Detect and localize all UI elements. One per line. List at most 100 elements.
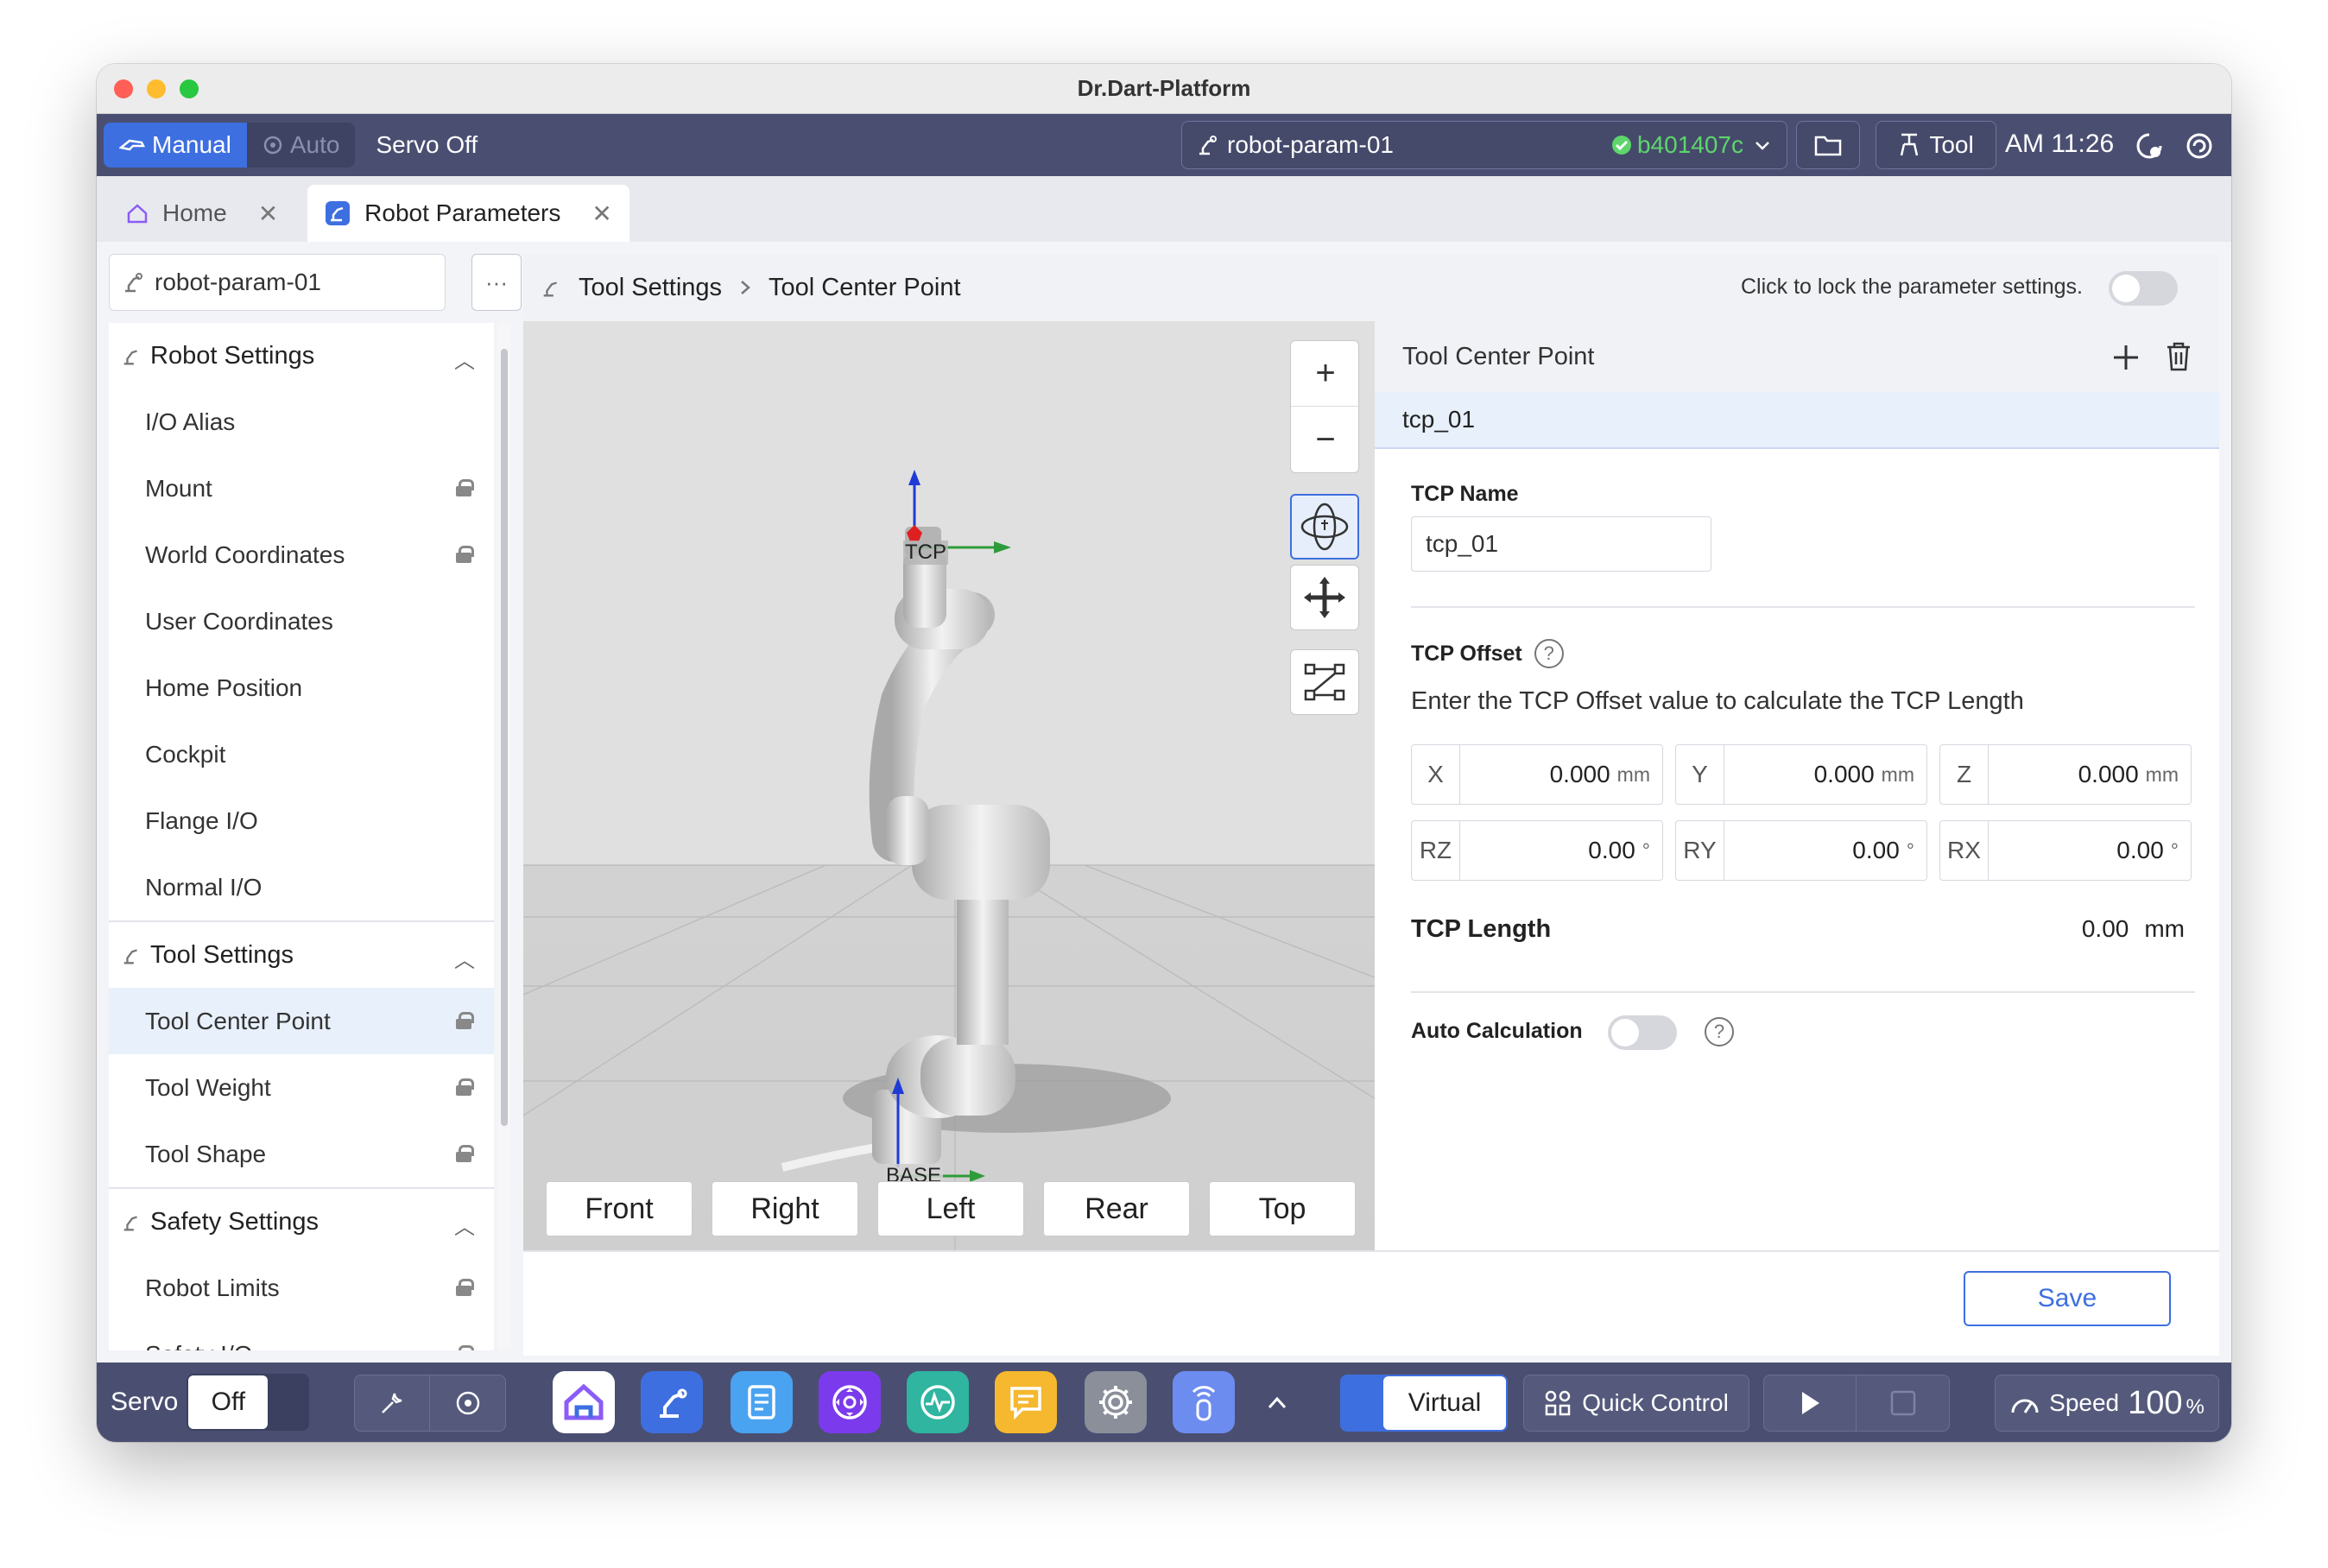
chevron-up-icon[interactable]: ︿ (454, 943, 475, 973)
app-robot-parameters-icon[interactable] (641, 1371, 703, 1433)
auto-calculation-label: Auto Calculation (1411, 1019, 1583, 1043)
robot-select[interactable]: robot-param-01 b401407c (1181, 121, 1787, 169)
view-front-button[interactable]: Front (546, 1181, 693, 1236)
view-rear-button[interactable]: Rear (1043, 1181, 1190, 1236)
tab-robot-parameters-label: Robot Parameters (364, 199, 561, 226)
rotate-view-button[interactable] (1290, 494, 1359, 560)
app-remote-icon[interactable] (1173, 1371, 1235, 1433)
network-status-icon[interactable] (2135, 131, 2164, 161)
more-options-button[interactable]: ··· (471, 254, 522, 311)
app-log-icon[interactable] (995, 1371, 1057, 1433)
offset-rz-input[interactable]: RZ 0.00 ° (1411, 820, 1663, 881)
lock-icon (456, 1078, 474, 1096)
sidebar-item-cockpit[interactable]: Cockpit (109, 721, 494, 787)
3d-viewport[interactable]: TCP BASE + − Front Right Left Rear Top (523, 321, 1375, 1250)
sidebar-item-safety-io[interactable]: Safety I/O (109, 1321, 494, 1350)
tcp-name-input[interactable]: tcp_01 (1411, 516, 1711, 572)
chevron-up-icon[interactable] (1266, 1394, 1288, 1411)
maximize-window-button[interactable] (180, 79, 199, 98)
pan-view-button[interactable] (1290, 565, 1359, 630)
app-home-icon[interactable] (553, 1371, 615, 1433)
offset-y-input[interactable]: Y 0.000 mm (1675, 744, 1927, 805)
servo-toggle-value: Off (188, 1375, 269, 1429)
manual-mode-button[interactable]: Manual (104, 123, 247, 168)
chevron-up-icon[interactable]: ︿ (454, 1210, 475, 1240)
auto-calculation-toggle[interactable] (1608, 1015, 1677, 1050)
tab-robot-parameters[interactable]: Robot Parameters ✕ (307, 185, 629, 242)
speed-value: 100 (2128, 1384, 2183, 1421)
tcp-list-item[interactable]: tcp_01 (1375, 392, 2219, 449)
view-right-button[interactable]: Right (712, 1181, 858, 1236)
help-icon[interactable]: ? (1705, 1017, 1734, 1046)
sidebar-item-io-alias[interactable]: I/O Alias (109, 389, 494, 455)
sidebar-item-tool-center-point[interactable]: Tool Center Point (109, 988, 494, 1054)
close-tab-robot-parameters-icon[interactable]: ✕ (591, 199, 611, 228)
tab-home[interactable]: Home ✕ (109, 185, 295, 242)
wrench-button[interactable] (355, 1375, 430, 1431)
app-task-editor-icon[interactable] (731, 1371, 793, 1433)
offset-value: 0.000 (1549, 761, 1610, 787)
axis-label: RY (1676, 821, 1724, 880)
sidebar-item-robot-limits[interactable]: Robot Limits (109, 1255, 494, 1321)
add-icon[interactable] (2112, 344, 2140, 371)
close-tab-home-icon[interactable]: ✕ (258, 199, 278, 228)
section-tool-settings[interactable]: Tool Settings ︿ (109, 922, 494, 988)
top-bar: Manual Auto Servo Off robot-param-01 b40… (97, 114, 2231, 176)
open-folder-button[interactable] (1796, 121, 1860, 169)
servo-status: Servo Off (376, 131, 478, 158)
fit-view-button[interactable] (1290, 649, 1359, 715)
offset-ry-input[interactable]: RY 0.00 ° (1675, 820, 1927, 881)
sidebar-item-tool-shape[interactable]: Tool Shape (109, 1121, 494, 1187)
quick-control-button[interactable]: Quick Control (1523, 1375, 1749, 1432)
app-jog-icon[interactable] (819, 1371, 881, 1433)
sidebar-item-label: Tool Shape (145, 1140, 267, 1167)
lock-parameters-toggle[interactable] (2109, 271, 2178, 306)
chevron-up-icon[interactable]: ︿ (454, 344, 475, 374)
robot-parameters-icon (326, 201, 351, 225)
offset-x-input[interactable]: X 0.000 mm (1411, 744, 1663, 805)
zoom-out-button[interactable]: − (1291, 407, 1358, 472)
sidebar-scrollbar[interactable] (497, 323, 511, 1350)
refresh-status-icon[interactable] (2185, 131, 2214, 161)
sidebar-item-label: Cockpit (145, 740, 226, 768)
tool-button[interactable]: Tool (1876, 121, 1996, 169)
recovery-button[interactable] (430, 1375, 505, 1431)
view-top-button[interactable]: Top (1209, 1181, 1356, 1236)
play-button[interactable] (1764, 1375, 1857, 1431)
view-left-button[interactable]: Left (877, 1181, 1024, 1236)
sidebar-item-tool-weight[interactable]: Tool Weight (109, 1054, 494, 1121)
auto-mode-button[interactable]: Auto (247, 123, 356, 168)
offset-unit: ° (1642, 838, 1650, 862)
speed-control[interactable]: Speed 100 % (1995, 1375, 2219, 1432)
orbit-icon (1300, 503, 1349, 551)
sidebar-robot-name[interactable]: robot-param-01 (109, 254, 446, 311)
sidebar-item-home-position[interactable]: Home Position (109, 654, 494, 721)
help-icon[interactable]: ? (1534, 639, 1564, 668)
sidebar-item-mount[interactable]: Mount (109, 455, 494, 522)
app-monitoring-icon[interactable] (907, 1371, 969, 1433)
save-button[interactable]: Save (1964, 1271, 2171, 1326)
close-window-button[interactable] (114, 79, 133, 98)
offset-rx-input[interactable]: RX 0.00 ° (1939, 820, 2192, 881)
minimize-window-button[interactable] (147, 79, 166, 98)
scrollbar-thumb[interactable] (501, 349, 508, 1126)
servo-toggle[interactable]: Off (187, 1374, 310, 1431)
sidebar-item-world-coordinates[interactable]: World Coordinates (109, 522, 494, 588)
app-settings-icon[interactable] (1085, 1371, 1147, 1433)
breadcrumb-parent[interactable]: Tool Settings (579, 274, 722, 302)
trash-icon[interactable] (2166, 342, 2192, 371)
offset-value: 0.00 (1852, 837, 1900, 863)
zoom-in-button[interactable]: + (1291, 341, 1358, 407)
offset-z-input[interactable]: Z 0.000 mm (1939, 744, 2192, 805)
section-robot-settings[interactable]: Robot Settings ︿ (109, 323, 494, 389)
section-safety-settings[interactable]: Safety Settings ︿ (109, 1189, 494, 1255)
safety-settings-icon (123, 1216, 137, 1231)
sidebar-item-normal-io[interactable]: Normal I/O (109, 854, 494, 920)
sidebar-item-user-coordinates[interactable]: User Coordinates (109, 588, 494, 654)
sidebar-item-flange-io[interactable]: Flange I/O (109, 787, 494, 854)
mode-switch: Manual Auto (104, 123, 356, 168)
stop-button[interactable] (1857, 1375, 1949, 1431)
speed-label: Speed (2049, 1389, 2120, 1416)
virtual-mode-toggle[interactable]: Virtual (1340, 1375, 1508, 1432)
lock-icon (456, 479, 474, 496)
